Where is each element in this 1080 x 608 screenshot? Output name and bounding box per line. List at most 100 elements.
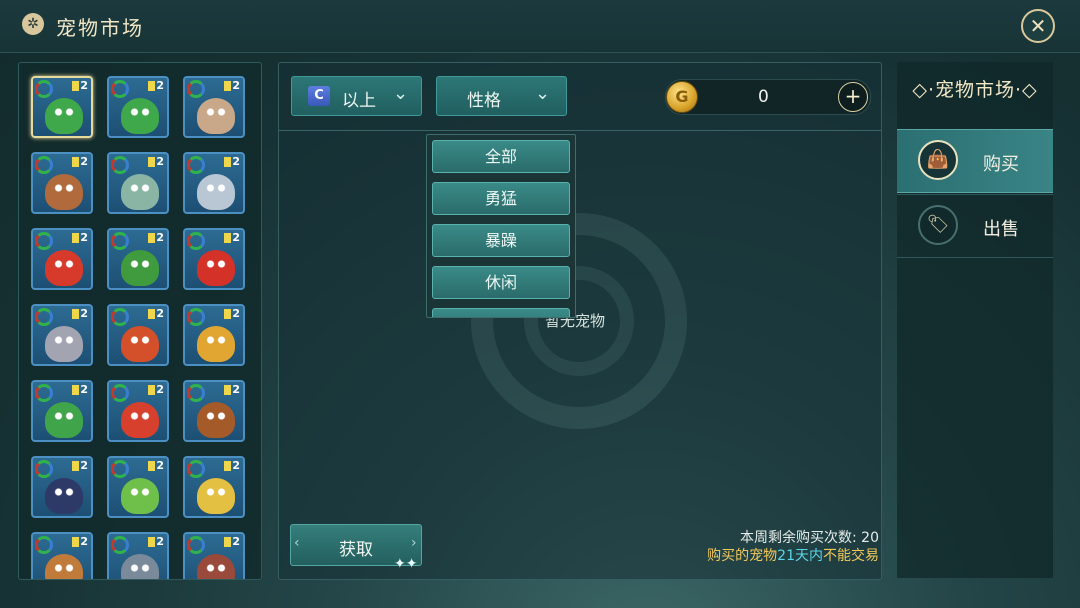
pet-level: 2 <box>232 459 240 472</box>
element-ring-icon <box>111 384 129 402</box>
pet-portrait-icon <box>45 478 83 514</box>
pet-slot[interactable]: 2 <box>183 304 245 366</box>
pet-level: 2 <box>232 79 240 92</box>
pet-slot[interactable]: 2 <box>31 456 93 518</box>
close-button[interactable]: ✕ <box>1021 9 1055 43</box>
tag-icon: 🏷 <box>918 205 958 245</box>
rank-flag-icon <box>72 81 79 91</box>
pet-eyes <box>53 412 75 420</box>
pet-level: 2 <box>232 231 240 244</box>
element-ring-icon <box>187 156 205 174</box>
pet-portrait-icon <box>197 478 235 514</box>
element-ring-icon <box>35 308 53 326</box>
pet-slot[interactable]: 2 <box>107 228 169 290</box>
rank-flag-icon <box>224 461 231 471</box>
rank-flag-icon <box>72 537 79 547</box>
pet-eyes <box>205 184 227 192</box>
add-currency-button[interactable]: + <box>838 82 868 112</box>
rank-flag-icon <box>72 309 79 319</box>
pet-portrait-icon <box>197 326 235 362</box>
pet-eyes <box>129 108 151 116</box>
pet-portrait-icon <box>121 250 159 286</box>
pet-portrait-icon <box>45 402 83 438</box>
pet-slot[interactable]: 2 <box>107 532 169 579</box>
pet-portrait-icon <box>197 174 235 210</box>
pet-slot[interactable]: 2 <box>31 304 93 366</box>
sparkle-icon: ✦✦ <box>394 556 418 572</box>
pet-portrait-icon <box>121 98 159 134</box>
element-ring-icon <box>35 536 53 554</box>
bag-icon: 👜 <box>918 140 958 180</box>
pet-slot[interactable]: 2 <box>183 456 245 518</box>
pet-eyes <box>53 336 75 344</box>
pet-level: 2 <box>80 231 88 244</box>
pet-level: 2 <box>80 155 88 168</box>
pet-slot[interactable]: 2 <box>31 228 93 290</box>
pet-eyes <box>205 412 227 420</box>
gold-coin-icon: G <box>666 81 698 113</box>
menu-item-casual[interactable]: 休闲 <box>432 266 570 299</box>
pet-slot[interactable]: 2 <box>31 532 93 579</box>
weekly-purchase-count: 本周剩余购买次数: 20 <box>740 530 879 546</box>
rank-flag-icon <box>224 537 231 547</box>
pet-eyes <box>129 260 151 268</box>
chevron-down-icon: ⌄ <box>535 83 551 104</box>
pet-level: 2 <box>156 459 164 472</box>
top-bar: ✲ 宠物市场 ✕ <box>0 0 1080 53</box>
trade-note-suffix: 不能交易 <box>823 548 879 564</box>
pet-slot[interactable]: 2 <box>31 380 93 442</box>
rank-flag-icon <box>148 461 155 471</box>
rank-flag-icon <box>72 385 79 395</box>
menu-item-more[interactable] <box>432 308 570 317</box>
pet-eyes <box>53 260 75 268</box>
rank-flag-icon <box>148 233 155 243</box>
pet-slot[interactable]: 2 <box>107 380 169 442</box>
rank-flag-icon <box>224 157 231 167</box>
nature-filter-dropdown[interactable]: 性格 ⌄ <box>436 76 567 116</box>
tab-sell[interactable]: 🏷 出售 <box>897 194 1053 258</box>
rank-flag-icon <box>148 537 155 547</box>
pet-slot[interactable]: 2 <box>107 304 169 366</box>
pet-portrait-icon <box>45 98 83 134</box>
pet-slot[interactable]: 2 <box>183 532 245 579</box>
page-title: 宠物市场 <box>56 16 144 40</box>
rank-flag-icon <box>224 385 231 395</box>
rank-flag-icon <box>148 157 155 167</box>
element-ring-icon <box>111 232 129 250</box>
pet-inventory-panel: 2 2 2 2 2 2 2 2 2 2 2 2 2 2 2 2 2 2 2 2 2 <box>18 62 262 580</box>
pet-slot[interactable]: 2 <box>107 76 169 138</box>
market-listing-panel: C 以上 ⌄ 性格 ⌄ G 0 + 暂无宠物 全部 勇猛 暴躁 休闲 ‹ 获取 … <box>278 62 882 580</box>
trade-note-prefix: 购买的宠物 <box>707 548 778 564</box>
rank-flag-icon <box>224 81 231 91</box>
pet-portrait-icon <box>121 326 159 362</box>
sidebar-title: ◇·宠物市场·◇ <box>897 75 1053 102</box>
pet-slot[interactable]: 2 <box>183 228 245 290</box>
pet-slot[interactable]: 2 <box>107 152 169 214</box>
tab-buy[interactable]: 👜 购买 <box>897 129 1053 193</box>
pet-slot[interactable]: 2 <box>31 152 93 214</box>
grade-filter-label: 以上 <box>342 91 376 111</box>
element-ring-icon <box>187 536 205 554</box>
pet-level: 2 <box>156 231 164 244</box>
grade-badge: C <box>308 86 330 106</box>
rank-flag-icon <box>224 233 231 243</box>
pet-eyes <box>205 336 227 344</box>
pet-slot[interactable]: 2 <box>107 456 169 518</box>
pet-level: 2 <box>80 307 88 320</box>
pet-portrait-icon <box>121 174 159 210</box>
nature-filter-label: 性格 <box>467 91 501 111</box>
menu-item-all[interactable]: 全部 <box>432 140 570 173</box>
menu-item-irritable[interactable]: 暴躁 <box>432 224 570 257</box>
pet-slot[interactable]: 2 <box>31 76 93 138</box>
pet-slot[interactable]: 2 <box>183 380 245 442</box>
element-ring-icon <box>187 232 205 250</box>
pet-slot[interactable]: 2 <box>183 152 245 214</box>
grade-filter-dropdown[interactable]: C 以上 ⌄ <box>291 76 422 116</box>
tab-sell-label: 出售 <box>983 219 1019 240</box>
menu-item-brave[interactable]: 勇猛 <box>432 182 570 215</box>
pet-portrait-icon <box>45 326 83 362</box>
pet-level: 2 <box>156 155 164 168</box>
element-ring-icon <box>35 156 53 174</box>
pet-eyes <box>129 564 151 572</box>
pet-slot[interactable]: 2 <box>183 76 245 138</box>
